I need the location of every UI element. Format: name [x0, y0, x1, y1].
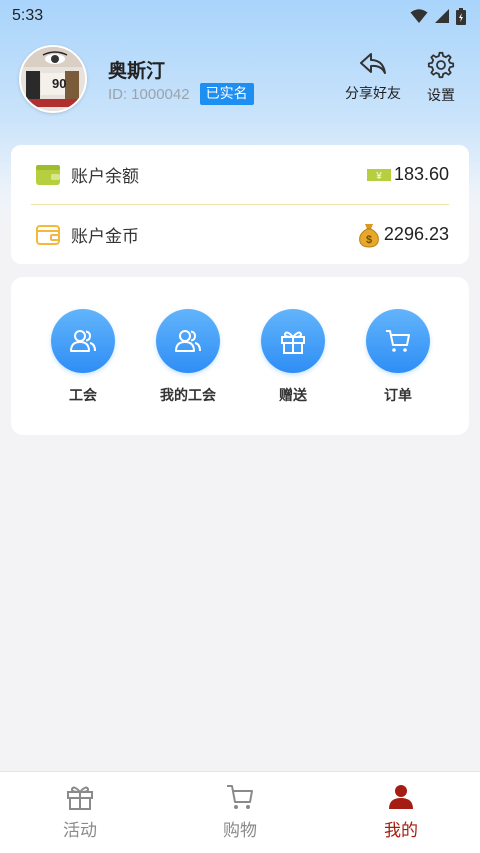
battery-icon: [456, 7, 466, 25]
coins-value: 2296.23: [383, 224, 449, 244]
users-icon: [70, 330, 96, 352]
tab-shopping[interactable]: 购物: [180, 782, 300, 841]
status-time: 5:33: [12, 7, 44, 24]
share-button[interactable]: 分享好友: [345, 51, 401, 103]
coins-value-wrap: $ 2296.23: [357, 222, 449, 248]
tab-label-shopping: 购物: [223, 821, 257, 841]
id-value: 1000042: [131, 85, 190, 103]
tab-label-mine: 我的: [384, 821, 418, 841]
cart-icon: [227, 785, 253, 809]
settings-label: 设置: [427, 88, 455, 104]
wallet-icon: [36, 164, 60, 185]
id-label: ID:: [108, 85, 128, 103]
menu-icon-bg: [156, 309, 220, 373]
status-bar: 5:33: [0, 0, 480, 32]
menu-icon-bg: [51, 309, 115, 373]
coins-row[interactable]: 账户金币 $ 2296.23: [11, 205, 469, 264]
balance-value: 183.60: [393, 164, 449, 184]
cart-icon: [386, 330, 410, 352]
person-icon: [389, 785, 413, 809]
balance-label: 账户余额: [71, 167, 139, 187]
balance-value-wrap: ¥ 183.60: [366, 164, 449, 185]
balance-card: 账户余额 ¥ 183.60 账户金币 $ 2296.23: [11, 145, 469, 264]
gear-icon: [427, 51, 455, 79]
tab-label-activity: 活动: [63, 821, 97, 841]
share-icon: [360, 53, 386, 74]
coins-label: 账户金币: [71, 227, 139, 247]
menu-icon-bg: [366, 309, 430, 373]
menu-item-my-union[interactable]: 我的工会: [138, 309, 238, 405]
profile-section: 90 奥斯汀 ID: 1000042 已实名 分享好友 设置: [19, 45, 469, 115]
svg-text:¥: ¥: [375, 171, 382, 182]
status-icons: [410, 7, 466, 25]
avatar[interactable]: 90: [19, 45, 87, 113]
gift-icon: [281, 331, 305, 354]
menu-icon-bg: [261, 309, 325, 373]
verified-badge: 已实名: [199, 83, 254, 105]
menu-label-my-union: 我的工会: [160, 388, 216, 404]
avatar-text: 90: [52, 76, 67, 91]
menu-label-orders: 订单: [384, 388, 412, 404]
gift-icon: [67, 786, 93, 810]
cash-icon: ¥: [366, 168, 391, 182]
money-bag-icon: $: [359, 223, 379, 248]
menu-item-orders[interactable]: 订单: [348, 309, 448, 405]
menu-label-union: 工会: [69, 388, 97, 404]
svg-text:$: $: [366, 234, 372, 246]
settings-button[interactable]: 设置: [427, 51, 455, 105]
balance-row[interactable]: 账户余额 ¥ 183.60: [11, 145, 469, 204]
bottom-tabbar: 活动 购物 我的: [0, 771, 480, 853]
user-id-row: ID: 1000042 已实名: [108, 83, 254, 105]
username: 奥斯汀: [108, 60, 166, 82]
tab-activity[interactable]: 活动: [20, 782, 140, 841]
wallet-outline-icon: [36, 224, 60, 245]
signal-icon: [435, 9, 449, 23]
wifi-icon: [410, 9, 428, 23]
menu-label-gift: 赠送: [279, 388, 307, 404]
menu-item-union[interactable]: 工会: [33, 309, 133, 405]
menu-card: 工会 我的工会 赠送 订单: [11, 277, 469, 435]
tab-mine[interactable]: 我的: [341, 782, 461, 841]
menu-item-gift[interactable]: 赠送: [243, 309, 343, 405]
share-label: 分享好友: [345, 86, 401, 102]
users-icon: [175, 330, 201, 352]
